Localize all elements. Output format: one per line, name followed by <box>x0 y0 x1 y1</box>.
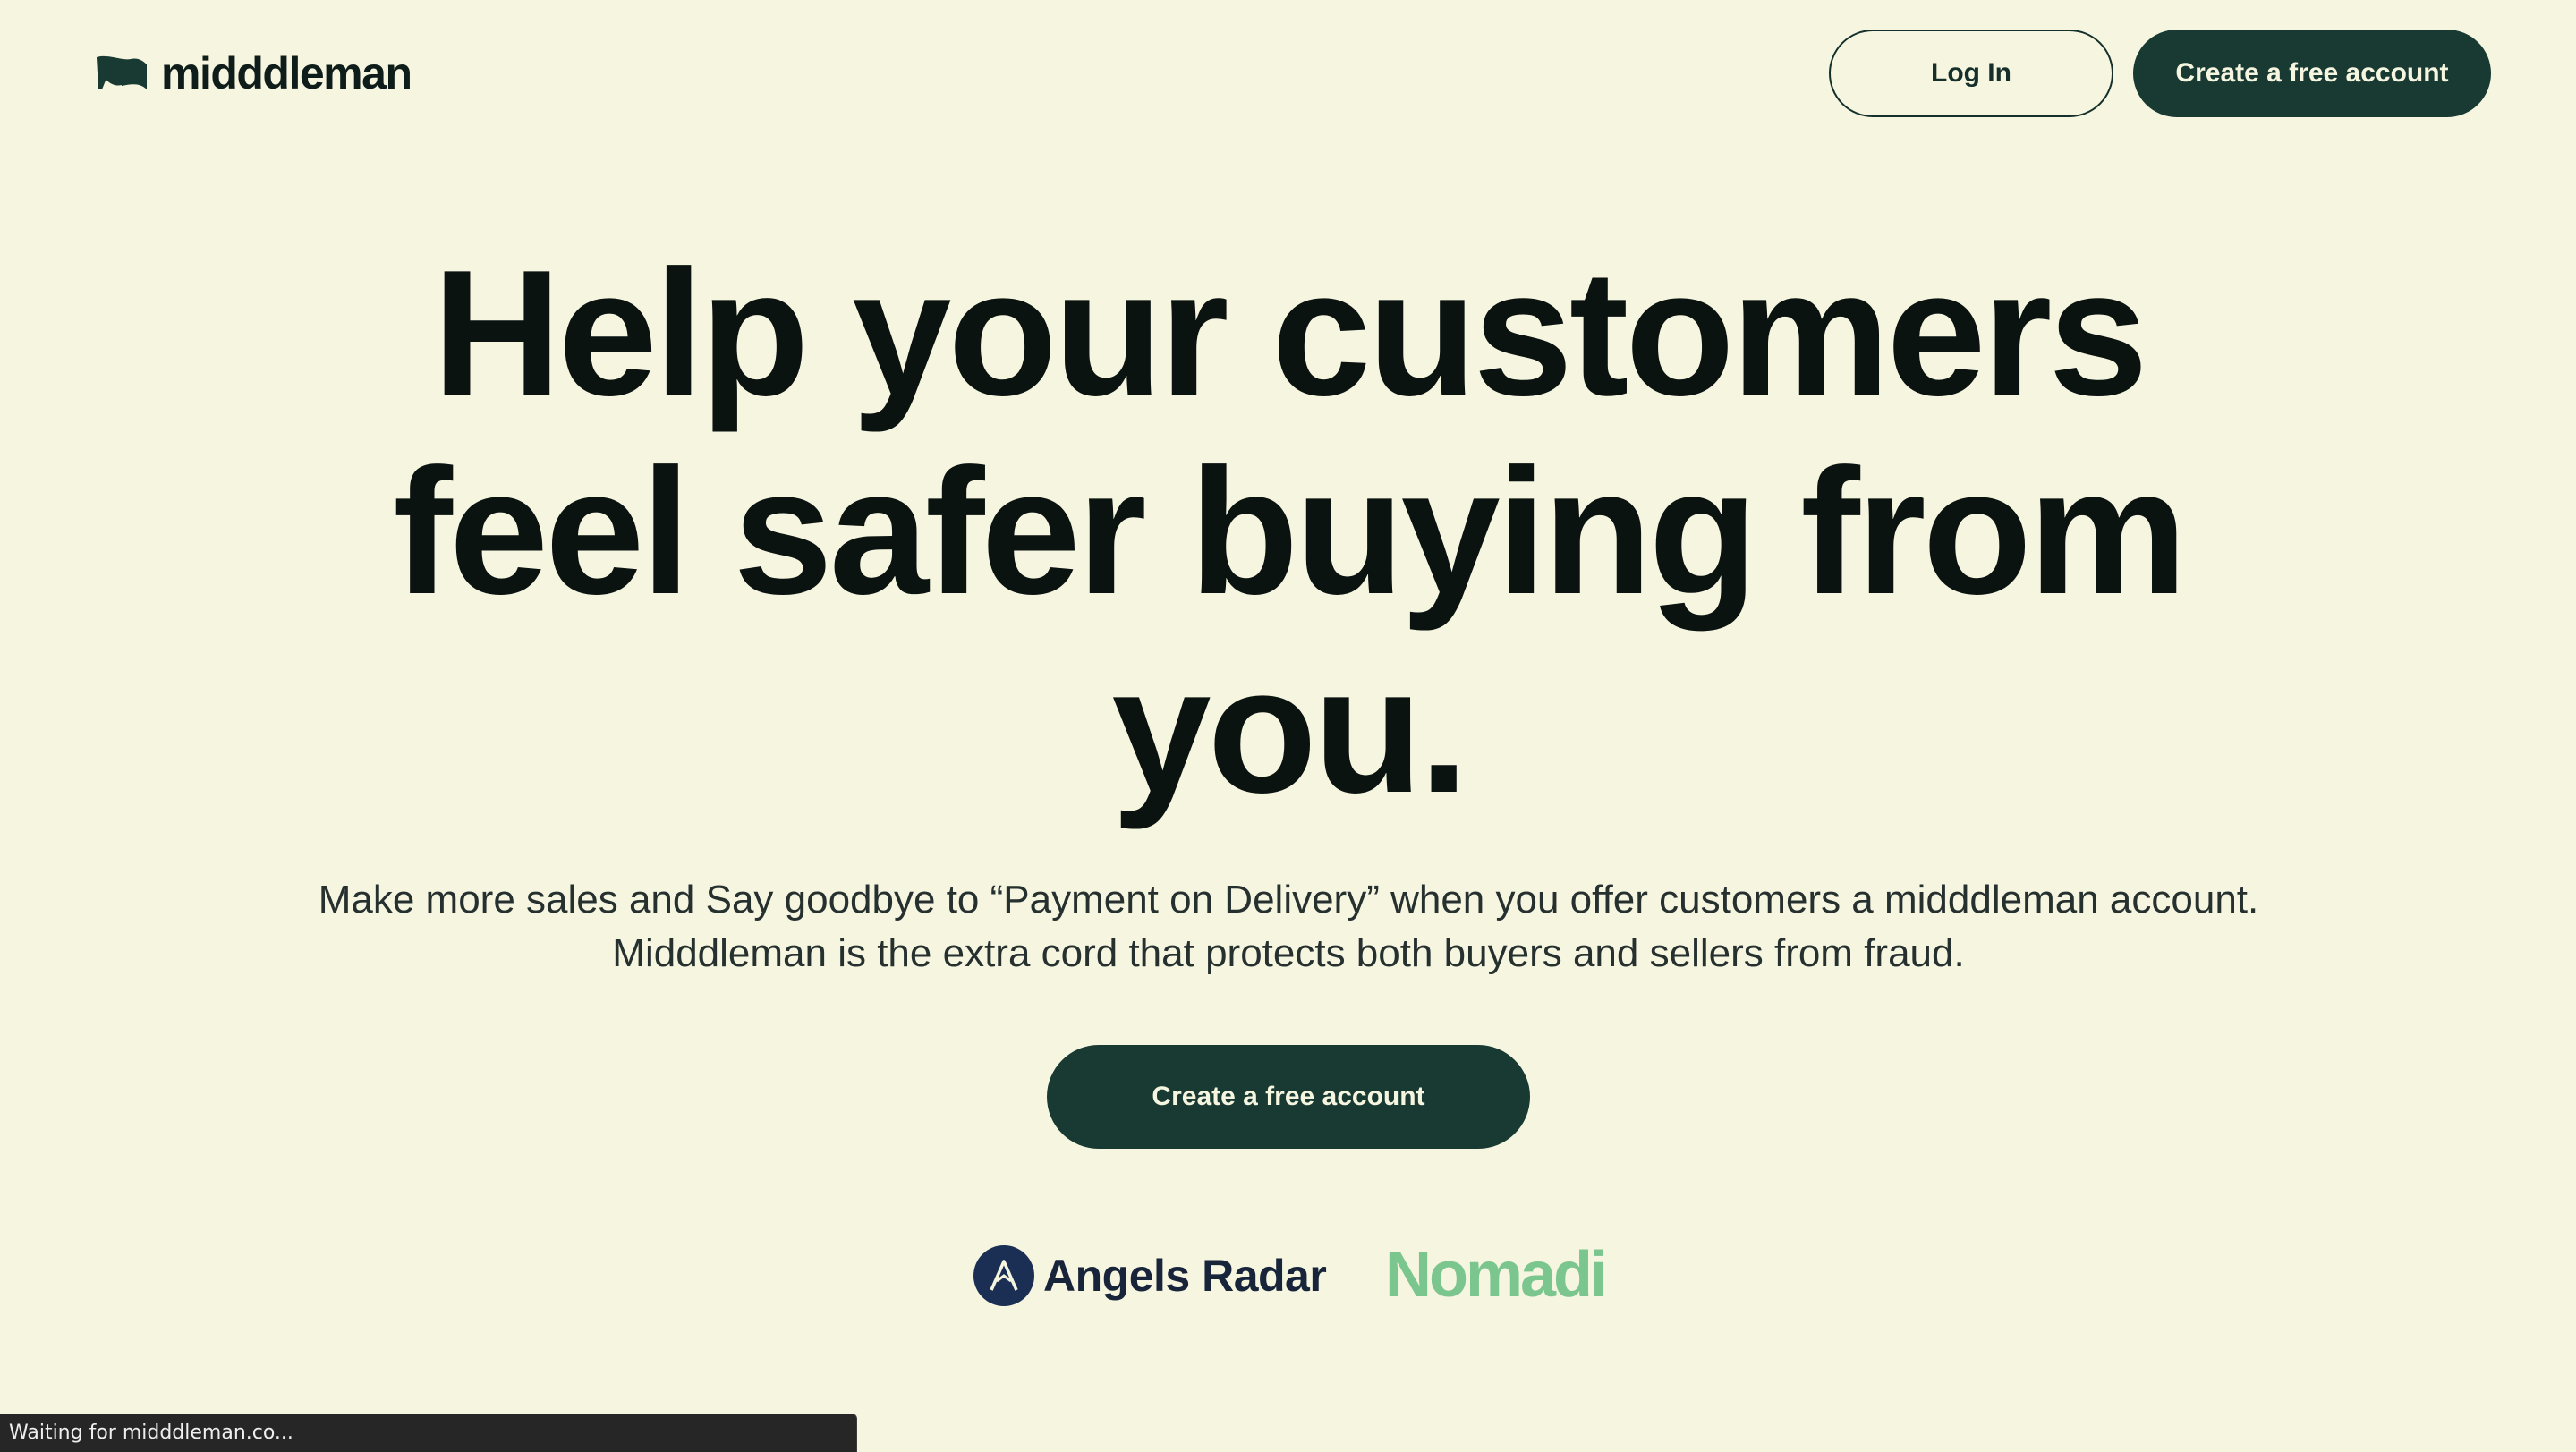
angels-radar-text: Angels Radar <box>1043 1251 1327 1301</box>
browser-status-bar: Waiting for midddleman.co... <box>0 1414 857 1452</box>
site-header: midddleman Log In Create a free account <box>0 0 2576 148</box>
partner-logos: Angels Radar Nomadi <box>973 1238 1618 1319</box>
flag-logo-icon <box>97 55 147 89</box>
hero-title: Help your customers feel safer buying fr… <box>393 234 2187 830</box>
nomadi-logo: Nomadi <box>1385 1239 1608 1311</box>
compass-a-logo-icon <box>973 1245 1034 1306</box>
angels-radar-logo: Angels Radar <box>973 1245 1327 1306</box>
login-button[interactable]: Log In <box>1829 30 2113 117</box>
create-account-hero-button[interactable]: Create a free account <box>1047 1045 1530 1149</box>
site-logo[interactable]: midddleman <box>95 47 412 100</box>
logo-text: midddleman <box>161 48 412 98</box>
hero-subtitle: Make more sales and Say goodbye to “Paym… <box>318 878 2259 975</box>
create-account-header-button[interactable]: Create a free account <box>2133 30 2491 117</box>
